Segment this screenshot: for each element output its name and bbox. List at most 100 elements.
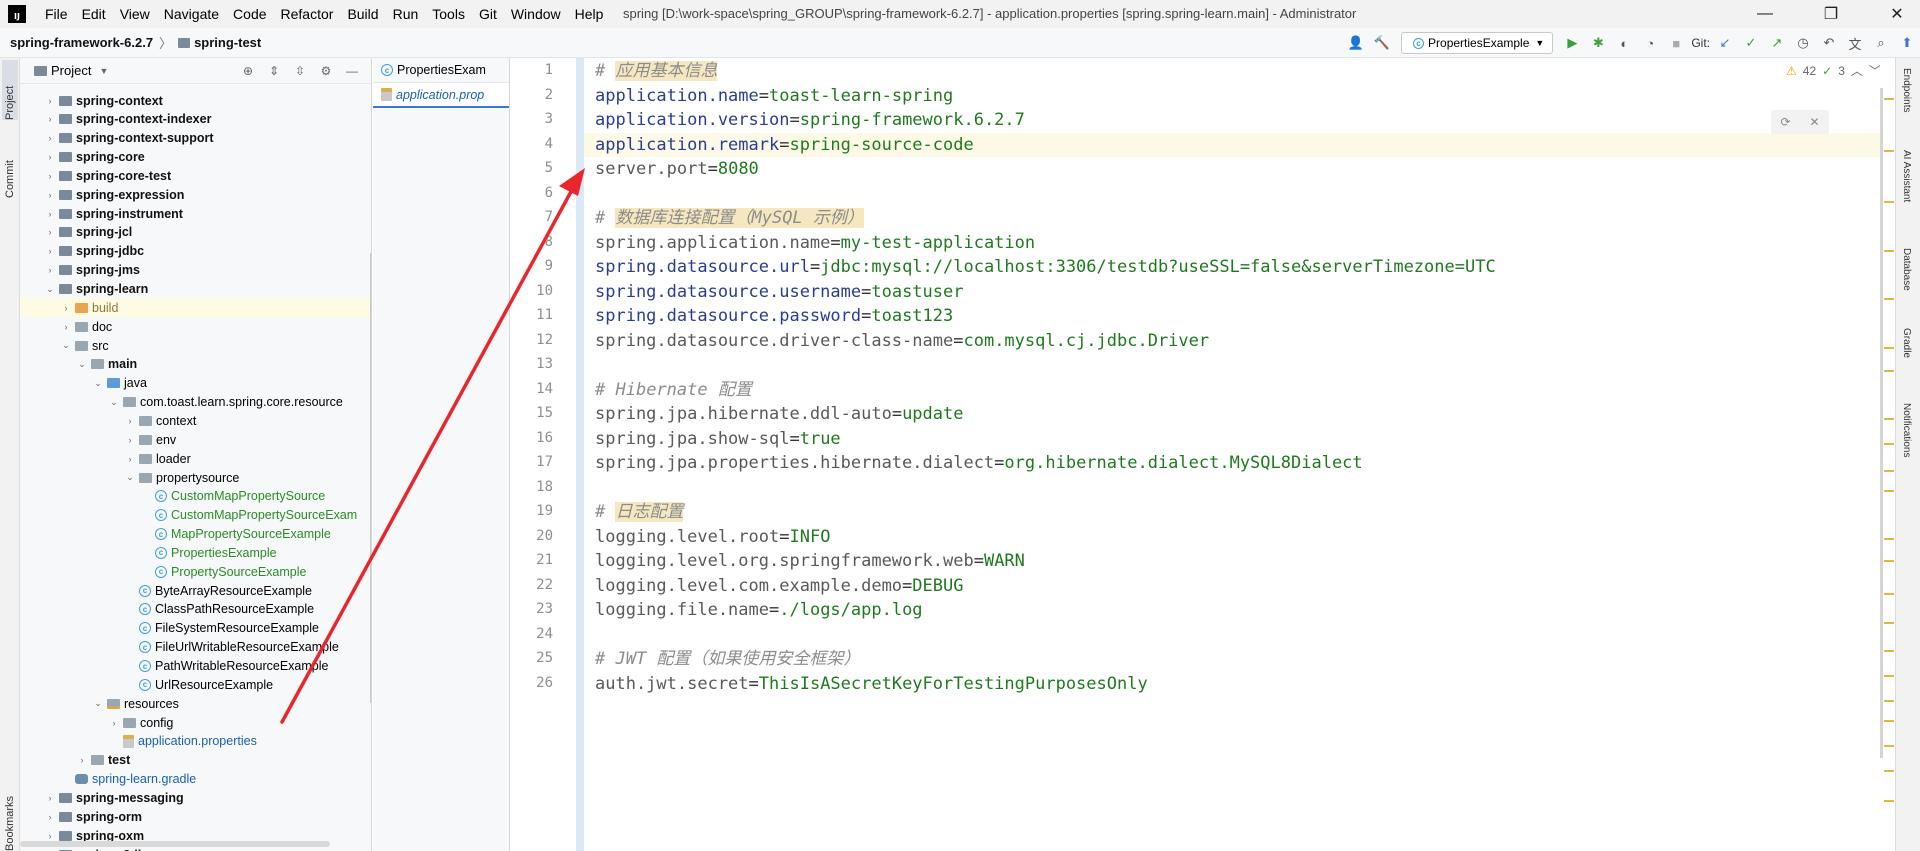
tree-item[interactable]: c ClassPathResourceExample <box>20 600 371 619</box>
warning-marker[interactable] <box>1884 201 1894 203</box>
chevron-right-icon[interactable]: › <box>44 190 56 200</box>
intellij-logo-icon[interactable]: IJ <box>8 5 26 23</box>
chevron-right-icon[interactable]: › <box>44 265 56 275</box>
code-line[interactable]: spring.jpa.show-sql=true <box>584 427 1880 452</box>
menu-help[interactable]: Help <box>568 0 611 28</box>
git-push-icon[interactable]: ↗ <box>1766 32 1788 54</box>
chevron-down-icon[interactable]: ⌄ <box>60 340 72 351</box>
editor-tab[interactable]: application.prop <box>373 83 509 108</box>
warning-marker[interactable] <box>1884 150 1894 152</box>
tree-item[interactable]: › spring-context <box>20 91 371 110</box>
menu-run[interactable]: Run <box>386 0 426 28</box>
git-update-icon[interactable]: ↙ <box>1714 32 1736 54</box>
code-line[interactable]: # Hibernate 配置 <box>584 378 1880 403</box>
tree-item[interactable]: ⌄ propertysource <box>20 468 371 487</box>
warning-marker[interactable] <box>1884 538 1894 540</box>
code-editor[interactable]: # 应用基本信息 application.name=toast-learn-spr… <box>584 58 1880 851</box>
chevron-right-icon[interactable]: › <box>44 246 56 256</box>
warning-marker[interactable] <box>1884 250 1894 252</box>
menu-window[interactable]: Window <box>504 0 568 28</box>
tree-item[interactable]: ⌄ java <box>20 374 371 393</box>
tree-item[interactable]: ⌄ resources <box>20 694 371 713</box>
menu-view[interactable]: View <box>113 0 157 28</box>
tool-tab-ai-assistant[interactable]: AI Assistant <box>1901 150 1912 202</box>
tree-item[interactable]: › spring-context-support <box>20 129 371 148</box>
restore-icon[interactable]: ❐ <box>1808 0 1854 28</box>
code-line[interactable]: logging.level.org.springframework.web=WA… <box>584 549 1880 574</box>
warning-marker[interactable] <box>1884 622 1894 624</box>
warning-marker[interactable] <box>1884 650 1894 652</box>
tree-item[interactable]: c MapPropertySourceExample <box>20 525 371 544</box>
menu-code[interactable]: Code <box>226 0 273 28</box>
chevron-right-icon[interactable]: › <box>124 416 136 426</box>
chevron-down-icon[interactable]: ⌄ <box>108 397 120 408</box>
tree-item[interactable]: › spring-jdbc <box>20 242 371 261</box>
debug-icon[interactable]: ✱ <box>1587 32 1609 54</box>
coverage-icon[interactable]: ◐ <box>1613 32 1635 54</box>
tree-item[interactable]: › spring-expression <box>20 185 371 204</box>
chevron-right-icon[interactable]: › <box>44 209 56 219</box>
menu-navigate[interactable]: Navigate <box>157 0 226 28</box>
tree-horizontal-scrollbar[interactable] <box>20 841 330 847</box>
tree-item[interactable]: › test <box>20 751 371 770</box>
warning-marker[interactable] <box>1884 418 1894 420</box>
chevron-right-icon[interactable]: › <box>44 114 56 124</box>
tree-item[interactable]: c ByteArrayResourceExample <box>20 581 371 600</box>
code-line[interactable]: spring.datasource.driver-class-name=com.… <box>584 329 1880 354</box>
chevron-down-icon[interactable]: ▼ <box>99 66 108 76</box>
chevron-down-icon[interactable]: ⌄ <box>92 698 104 709</box>
chevron-right-icon[interactable]: › <box>44 812 56 822</box>
warning-marker[interactable] <box>1884 347 1894 349</box>
menu-refactor[interactable]: Refactor <box>274 0 341 28</box>
code-line[interactable]: auth.jwt.secret=ThisIsASecretKeyForTesti… <box>584 672 1880 697</box>
tree-item[interactable]: › spring-core-test <box>20 166 371 185</box>
chevron-up-icon[interactable]: ︿ <box>1851 62 1863 79</box>
chevron-right-icon[interactable]: › <box>108 718 120 728</box>
tree-item[interactable]: › spring-messaging <box>20 788 371 807</box>
tool-tab-endpoints[interactable]: Endpoints <box>1901 68 1912 112</box>
editor-tab[interactable]: c PropertiesExam <box>373 58 509 83</box>
tree-item[interactable]: spring-learn.gradle <box>20 770 371 789</box>
code-line[interactable]: server.port=8080 <box>584 157 1880 182</box>
breadcrumb-module[interactable]: spring-test <box>178 35 261 50</box>
code-line[interactable]: spring.datasource.username=toastuser <box>584 280 1880 305</box>
editor-scroll-thumb[interactable] <box>1880 88 1883 758</box>
code-line[interactable] <box>584 476 1880 501</box>
tool-tab-notifications[interactable]: Notifications <box>1901 403 1912 457</box>
code-line[interactable]: spring.jpa.hibernate.ddl-auto=update <box>584 402 1880 427</box>
tree-item[interactable]: c PathWritableResourceExample <box>20 657 371 676</box>
code-line[interactable]: # 数据库连接配置（MySQL 示例） <box>584 206 1880 231</box>
code-line[interactable]: application.version=spring-framework.6.2… <box>584 108 1880 133</box>
code-line[interactable]: logging.level.root=INFO <box>584 525 1880 550</box>
code-line[interactable]: application.remark=spring-source-code <box>584 132 1880 157</box>
chevron-down-icon[interactable]: ⌄ <box>124 472 136 483</box>
tree-item[interactable]: ⌄ com.toast.learn.spring.core.resource <box>20 393 371 412</box>
close-icon[interactable]: ✕ <box>1809 115 1819 129</box>
code-line[interactable]: spring.jpa.properties.hibernate.dialect=… <box>584 451 1880 476</box>
tool-tab-project[interactable]: Project <box>2 60 18 120</box>
hide-icon[interactable]: — <box>339 64 365 78</box>
update-icon[interactable]: ⬆ <box>1896 32 1918 54</box>
breadcrumb-project[interactable]: spring-framework-6.2.7 <box>10 35 153 50</box>
tree-item[interactable]: › build <box>20 298 371 318</box>
tree-item[interactable]: › context <box>20 411 371 430</box>
chevron-right-icon[interactable]: › <box>44 831 56 841</box>
chevron-down-icon[interactable]: ⌄ <box>76 359 88 370</box>
tree-item[interactable]: › spring-context-indexer <box>20 110 371 129</box>
chevron-right-icon[interactable]: › <box>44 133 56 143</box>
collapse-all-icon[interactable]: ⇳ <box>287 64 313 78</box>
warning-marker[interactable] <box>1884 593 1894 595</box>
stop-icon[interactable]: ■ <box>1665 32 1687 54</box>
warning-marker[interactable] <box>1884 98 1894 100</box>
code-line[interactable]: application.name=toast-learn-spring <box>584 84 1880 109</box>
tree-item[interactable]: ⌄ spring-learn <box>20 280 371 299</box>
chevron-right-icon[interactable]: › <box>44 171 56 181</box>
tree-item[interactable]: › spring-jcl <box>20 223 371 242</box>
warning-marker[interactable] <box>1884 298 1894 300</box>
tool-tab-database[interactable]: Database <box>1901 248 1912 291</box>
tree-item[interactable]: c FileUrlWritableResourceExample <box>20 638 371 657</box>
warning-marker[interactable] <box>1884 800 1894 802</box>
chevron-right-icon[interactable]: › <box>44 227 56 237</box>
close-icon[interactable]: ✕ <box>1874 0 1920 28</box>
expand-all-icon[interactable]: ⇕ <box>261 64 287 78</box>
